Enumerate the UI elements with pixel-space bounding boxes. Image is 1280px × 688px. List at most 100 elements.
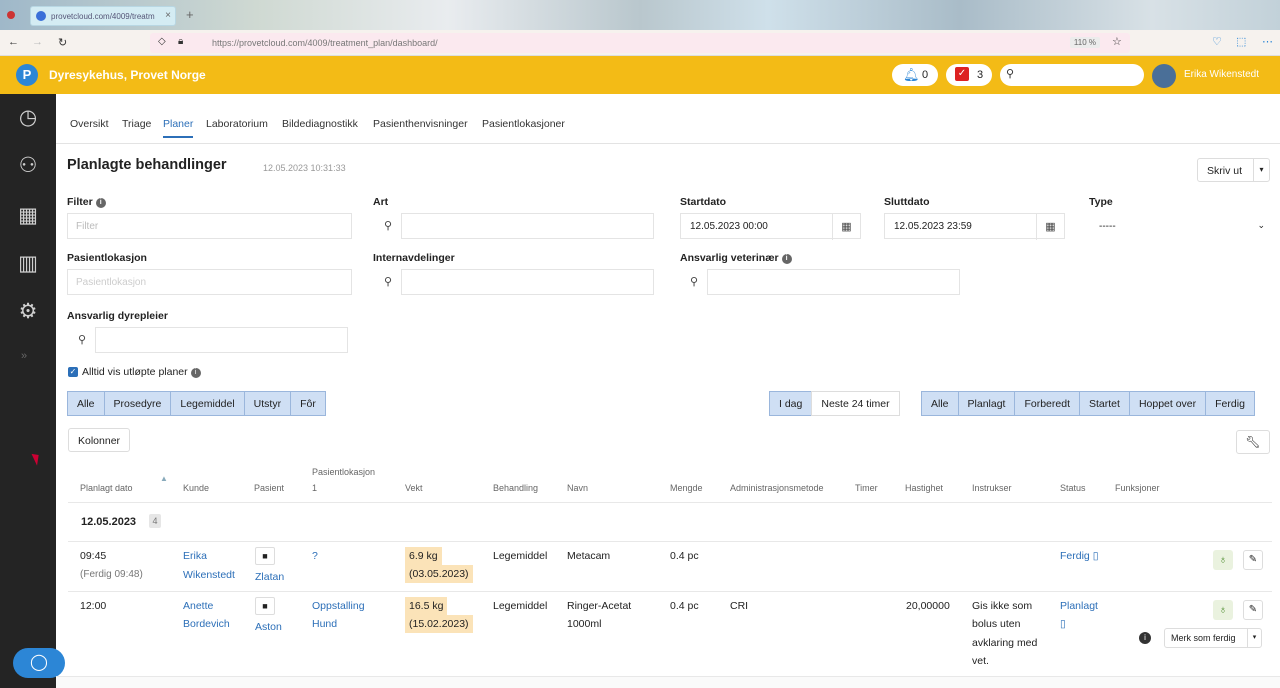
info-icon[interactable]: i <box>95 198 106 208</box>
client-link[interactable]: Wikenstedt <box>183 566 235 584</box>
columns-button[interactable]: Kolonner <box>68 428 130 452</box>
start-date-input[interactable]: 12.05.2023 00:00 ▦ <box>680 213 861 240</box>
col-rate[interactable]: Hastighet <box>905 483 943 493</box>
menu-icon[interactable]: ⋯ <box>1262 35 1273 48</box>
calendar-icon[interactable]: ▦ <box>1036 214 1064 240</box>
zoom-level[interactable]: 110 % <box>1069 37 1100 48</box>
patient-link[interactable]: Aston <box>255 618 282 636</box>
reload-icon[interactable]: ↻ <box>58 36 67 49</box>
col-client[interactable]: Kunde <box>183 483 209 493</box>
clipboard-icon[interactable]: ▯ <box>1060 615 1066 633</box>
chat-support-icon[interactable]: ◯ <box>13 648 65 678</box>
tab-pasienthenvisninger[interactable]: Pasienthenvisninger <box>373 118 468 130</box>
avatar[interactable] <box>1152 64 1176 88</box>
category-feed-button[interactable]: Fôr <box>290 391 326 416</box>
patient-card-icon[interactable]: ■ <box>255 597 275 615</box>
dept-search-input[interactable] <box>401 269 654 295</box>
tab-triage[interactable]: Triage <box>122 118 151 130</box>
col-patient[interactable]: Pasient <box>254 483 284 493</box>
category-all-button[interactable]: Alle <box>67 391 105 416</box>
calendar-icon[interactable]: ▦ <box>14 202 42 230</box>
location-link[interactable]: Oppstalling <box>312 597 365 615</box>
stethoscope-icon[interactable]: ♁ <box>1213 600 1233 620</box>
patient-card-icon[interactable]: ■ <box>255 547 275 565</box>
status-started-button[interactable]: Startet <box>1079 391 1130 416</box>
new-tab-icon[interactable]: + <box>186 7 194 22</box>
col-planned-date[interactable]: Planlagt dato <box>80 483 133 493</box>
filter-input[interactable]: Filter <box>67 213 352 239</box>
tab-planer[interactable]: Planer <box>163 118 194 138</box>
provet-logo-icon[interactable]: P <box>16 64 38 86</box>
patients-icon[interactable]: ⚇ <box>14 152 42 180</box>
edit-pencil-icon[interactable]: ✎ <box>1243 600 1263 620</box>
bookmark-star-icon[interactable]: ☆ <box>1112 35 1122 48</box>
edit-pencil-icon[interactable]: ✎ <box>1243 550 1263 570</box>
next-24h-button[interactable]: Neste 24 timer <box>811 391 900 416</box>
client-link[interactable]: Anette <box>183 597 213 615</box>
browser-tab[interactable]: provetcloud.com/4009/treatm × <box>30 6 176 26</box>
url-field[interactable]: ◇ 🔒︎ https://provetcloud.com/4009/treatm… <box>150 33 1130 53</box>
clinic-name[interactable]: Dyresykehus, Provet Norge <box>49 68 206 82</box>
location-link[interactable]: ? <box>312 547 318 565</box>
calendar-icon[interactable]: ▦ <box>832 214 860 240</box>
chevron-down-icon[interactable]: ▾ <box>1247 629 1261 647</box>
status-link[interactable]: Ferdig ▯ <box>1060 547 1098 565</box>
today-button[interactable]: I dag <box>769 391 813 416</box>
tab-laboratorium[interactable]: Laboratorium <box>206 118 268 130</box>
location-input[interactable]: Pasientlokasjon <box>67 269 352 295</box>
tab-pasientlokasjoner[interactable]: Pasientlokasjoner <box>482 118 565 130</box>
print-button[interactable]: Skriv ut ▾ <box>1197 158 1270 182</box>
tab-bildediagnostikk[interactable]: Bildediagnostikk <box>282 118 358 130</box>
notifications-button[interactable]: 🔔︎ 0 <box>892 64 938 86</box>
mark-done-button[interactable]: Merk som ferdig ▾ <box>1164 628 1262 648</box>
status-link[interactable]: Planlagt <box>1060 597 1098 615</box>
status-skipped-button[interactable]: Hoppet over <box>1128 391 1207 416</box>
table-row[interactable] <box>56 676 1280 688</box>
col-weight[interactable]: Vekt <box>405 483 423 493</box>
location-link[interactable]: Hund <box>312 615 337 633</box>
status-all-button[interactable]: Alle <box>921 391 959 416</box>
global-search-input[interactable]: ⚲ <box>1000 64 1144 86</box>
pocket-icon[interactable]: ♡ <box>1212 35 1222 48</box>
col-method[interactable]: Administrasjonsmetode <box>730 483 824 493</box>
info-icon[interactable]: i <box>1139 632 1151 644</box>
col-treatment[interactable]: Behandling <box>493 483 538 493</box>
tab-oversikt[interactable]: Oversikt <box>70 118 109 130</box>
expand-sidebar-icon[interactable]: » <box>21 350 27 362</box>
category-medicine-button[interactable]: Legemiddel <box>170 391 245 416</box>
settings-gear-icon[interactable]: ⚙ <box>14 298 42 326</box>
dashboard-gauge-icon[interactable]: ◷ <box>14 104 42 132</box>
patient-link[interactable]: Zlatan <box>255 568 284 586</box>
category-procedure-button[interactable]: Prosedyre <box>103 391 172 416</box>
chevron-down-icon[interactable]: ▾ <box>1253 159 1269 181</box>
type-select[interactable]: ----- ⌄ <box>1089 213 1272 239</box>
vet-search-input[interactable] <box>707 269 960 295</box>
art-search-input[interactable] <box>401 213 654 239</box>
tasks-button[interactable]: ✓ 3 <box>946 64 992 86</box>
col-status[interactable]: Status <box>1060 483 1086 493</box>
forward-icon[interactable]: → <box>32 36 43 48</box>
status-planned-button[interactable]: Planlagt <box>957 391 1016 416</box>
status-done-button[interactable]: Ferdig <box>1205 391 1255 416</box>
client-link[interactable]: Erika <box>183 547 207 565</box>
user-name[interactable]: Erika Wikenstedt <box>1184 69 1259 80</box>
col-amount[interactable]: Mengde <box>670 483 703 493</box>
col-location[interactable]: Pasientlokasjon <box>312 467 375 477</box>
wrench-icon[interactable]: 🔧︎ <box>1236 430 1270 454</box>
expired-plans-checkbox[interactable]: ✓ <box>68 367 78 377</box>
nurse-search-input[interactable] <box>95 327 348 353</box>
close-tab-icon[interactable]: × <box>165 10 171 21</box>
back-icon[interactable]: ← <box>8 36 19 48</box>
reports-chart-icon[interactable]: ▥ <box>14 250 42 278</box>
info-icon[interactable]: i <box>190 368 201 378</box>
col-name[interactable]: Navn <box>567 483 588 493</box>
info-icon[interactable]: i <box>781 254 792 264</box>
extensions-icon[interactable]: ⬚ <box>1236 35 1246 48</box>
client-link[interactable]: Bordevich <box>183 615 230 633</box>
col-instructions[interactable]: Instrukser <box>972 483 1012 493</box>
end-date-input[interactable]: 12.05.2023 23:59 ▦ <box>884 213 1065 240</box>
stethoscope-icon[interactable]: ♁ <box>1213 550 1233 570</box>
status-prepared-button[interactable]: Forberedt <box>1014 391 1080 416</box>
category-equipment-button[interactable]: Utstyr <box>243 391 292 416</box>
col-timer[interactable]: Timer <box>855 483 878 493</box>
